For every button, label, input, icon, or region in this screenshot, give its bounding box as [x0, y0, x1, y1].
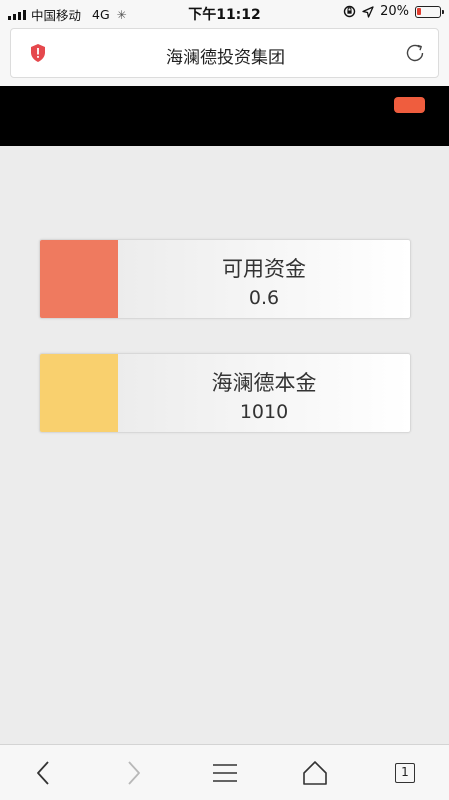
- back-icon[interactable]: [30, 759, 58, 787]
- address-bar[interactable]: 海澜德投资集团: [10, 28, 439, 78]
- forward-icon[interactable]: [119, 759, 147, 787]
- screen: 中国移动 4G ✳ 下午11:12 20% 海澜德投资集团 可用资金 0.6 海…: [0, 0, 449, 800]
- menu-icon[interactable]: [211, 759, 239, 787]
- battery-percent: 20%: [380, 4, 409, 19]
- home-icon[interactable]: [301, 759, 329, 787]
- principal-card[interactable]: 海澜德本金 1010: [39, 353, 411, 433]
- tabs-icon[interactable]: 1: [395, 763, 415, 783]
- battery-icon: [415, 5, 444, 18]
- header-action-button[interactable]: [394, 97, 425, 113]
- card-color-swatch: [40, 354, 118, 432]
- app-header: [0, 86, 449, 146]
- card-value: 1010: [239, 401, 289, 423]
- card-color-swatch: [40, 240, 118, 318]
- card-label: 海澜德本金: [211, 371, 317, 395]
- page-title: 海澜德投资集团: [166, 48, 285, 68]
- status-bar: 中国移动 4G ✳ 下午11:12 20%: [0, 0, 449, 26]
- orientation-lock-icon: [343, 5, 356, 18]
- browser-toolbar: 1: [0, 744, 449, 800]
- card-label: 可用资金: [222, 257, 306, 281]
- status-right: 20%: [343, 4, 444, 19]
- browser-address-area: 海澜德投资集团: [0, 26, 449, 86]
- location-icon: [362, 5, 374, 18]
- reload-icon[interactable]: [404, 42, 426, 64]
- card-value: 0.6: [248, 287, 280, 309]
- available-funds-card[interactable]: 可用资金 0.6: [39, 239, 411, 319]
